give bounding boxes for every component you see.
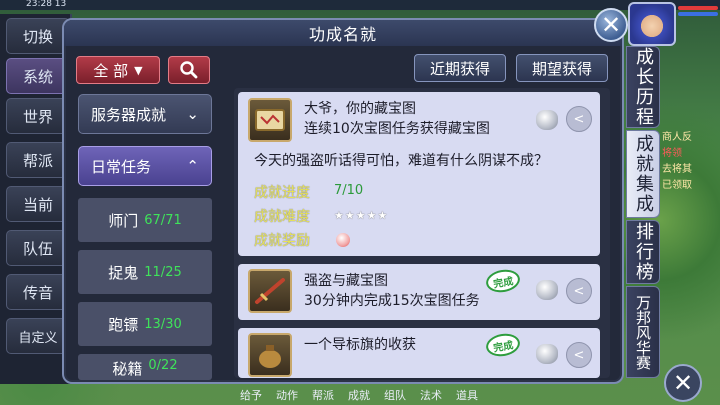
achievement-desc: 30分钟内完成15次宝图任务	[304, 293, 480, 309]
sword-icon	[248, 269, 292, 313]
share-button[interactable]: <	[566, 278, 592, 304]
chevron-down-icon: ▼	[134, 63, 143, 77]
subcategory-count: 11/25	[144, 264, 182, 280]
share-button[interactable]: <	[566, 342, 592, 368]
share-icon: <	[573, 347, 585, 363]
tab-achievement-collection[interactable]: 成就集成	[626, 130, 660, 218]
mp-bar	[678, 12, 718, 16]
bottom-action-bar: 给予 动作 帮派 成就 组队 法术 道具	[240, 384, 660, 405]
chevron-down-icon: ⌄	[186, 105, 199, 123]
completed-stamp: 完成	[484, 331, 522, 359]
filter-dropdown[interactable]: 全 部 ▼	[76, 56, 160, 84]
achievement-panel: 功成名就 全 部 ▼ 近期获得 期望获得 服务器成就 ⌄ 日常任务 ⌃ 师门 6…	[62, 18, 624, 384]
reward-bag-icon	[536, 280, 558, 300]
share-icon: <	[573, 111, 585, 127]
subcategory-paobiao[interactable]: 跑镖 13/30	[78, 302, 212, 346]
reward-item-icon[interactable]	[336, 233, 350, 247]
category-server[interactable]: 服务器成就 ⌄	[78, 94, 212, 134]
channel-whisper-button[interactable]: 传音	[6, 274, 70, 310]
skills-button[interactable]: 法术	[420, 387, 442, 403]
subcategory-count: 67/71	[144, 212, 182, 228]
tab-wanbang-contest[interactable]: 万邦风华赛	[626, 286, 660, 378]
subcategory-miji[interactable]: 秘籍 0/22	[78, 354, 212, 380]
progress-value: 7/10	[334, 183, 364, 198]
quest-tracker[interactable]: 商人反 将领 去将其 已领取	[662, 130, 720, 194]
time-readout: 23:28 13	[26, 0, 67, 9]
quest-line: 将领	[662, 148, 682, 159]
channel-current-button[interactable]: 当前	[6, 186, 70, 222]
expected-achievements-button[interactable]: 期望获得	[516, 54, 608, 82]
hp-bar	[678, 6, 718, 10]
completed-stamp: 完成	[484, 267, 522, 295]
channel-world-button[interactable]: 世界	[6, 98, 70, 134]
category-daily[interactable]: 日常任务 ⌃	[78, 146, 212, 186]
achievement-flavor-text: 今天的强盗听话得可怕，难道有什么阴谋不成？	[254, 153, 548, 169]
channel-system-button[interactable]: 系统	[6, 58, 70, 94]
give-button[interactable]: 给予	[240, 387, 262, 403]
difficulty-label: 成就难度	[254, 209, 310, 225]
difficulty-stars: ★★★★★	[334, 209, 389, 222]
reward-label: 成就奖励	[254, 233, 310, 249]
subcategory-label: 师门	[108, 211, 139, 230]
achievement-card[interactable]: 强盗与藏宝图 30分钟内完成15次宝图任务 完成 <	[238, 264, 600, 320]
channel-custom-button[interactable]: 自定义	[6, 318, 70, 354]
quest-line: 商人反	[662, 132, 692, 143]
close-panel-button[interactable]: ✕	[594, 8, 628, 42]
close-icon: ✕	[600, 11, 622, 39]
items-button[interactable]: 道具	[456, 387, 478, 403]
subcategory-count: 0/22	[148, 358, 178, 373]
tab-leaderboard[interactable]: 排行榜	[626, 220, 660, 284]
share-button[interactable]: <	[566, 106, 592, 132]
player-avatar[interactable]	[628, 2, 676, 46]
channel-switch-button[interactable]: 切换	[6, 18, 70, 54]
subcategory-label: 秘籍	[112, 360, 143, 378]
achievement-card-expanded[interactable]: 大爷，你的藏宝图 连续10次宝图任务获得藏宝图 < 今天的强盗听话得可怕，难道有…	[238, 92, 600, 256]
achievement-list[interactable]: 大爷，你的藏宝图 连续10次宝图任务获得藏宝图 < 今天的强盗听话得可怕，难道有…	[234, 88, 610, 378]
subcategory-label: 跑镖	[108, 315, 139, 334]
guild-button[interactable]: 帮派	[312, 387, 334, 403]
tab-growth-history[interactable]: 成长历程	[626, 46, 660, 128]
quest-line: 去将其	[662, 164, 692, 175]
progress-label: 成就进度	[254, 185, 310, 201]
achievement-button[interactable]: 成就	[348, 387, 370, 403]
achievement-card[interactable]: 一个导标旗的收获 完成 <	[238, 328, 600, 378]
subcategory-label: 捉鬼	[108, 263, 139, 282]
category-daily-label: 日常任务	[91, 157, 152, 176]
achievement-title: 一个导标旗的收获	[304, 337, 416, 353]
chevron-up-icon: ⌃	[186, 157, 199, 175]
achievement-title: 强盗与藏宝图	[304, 273, 388, 289]
search-button[interactable]	[168, 56, 210, 84]
search-icon	[180, 61, 198, 79]
subcategory-shimen[interactable]: 师门 67/71	[78, 198, 212, 242]
subcategory-zhuogui[interactable]: 捉鬼 11/25	[78, 250, 212, 294]
channel-team-button[interactable]: 队伍	[6, 230, 70, 266]
channel-guild-button[interactable]: 帮派	[6, 142, 70, 178]
close-menu-button[interactable]: ✕	[664, 364, 702, 402]
sack-icon	[248, 333, 292, 377]
subcategory-count: 13/30	[144, 316, 182, 332]
category-server-label: 服务器成就	[91, 105, 167, 124]
panel-title: 功成名就	[64, 20, 622, 46]
team-button[interactable]: 组队	[384, 387, 406, 403]
achievement-desc: 连续10次宝图任务获得藏宝图	[304, 121, 490, 137]
close-icon: ✕	[672, 369, 694, 397]
share-icon: <	[573, 283, 585, 299]
recent-achievements-button[interactable]: 近期获得	[414, 54, 506, 82]
action-button[interactable]: 动作	[276, 387, 298, 403]
reward-bag-icon	[536, 110, 558, 130]
filter-dropdown-label: 全 部	[93, 61, 129, 80]
quest-line: 已领取	[662, 180, 692, 191]
treasure-map-icon	[248, 98, 292, 142]
achievement-title: 大爷，你的藏宝图	[304, 101, 416, 117]
reward-bag-icon	[536, 344, 558, 364]
